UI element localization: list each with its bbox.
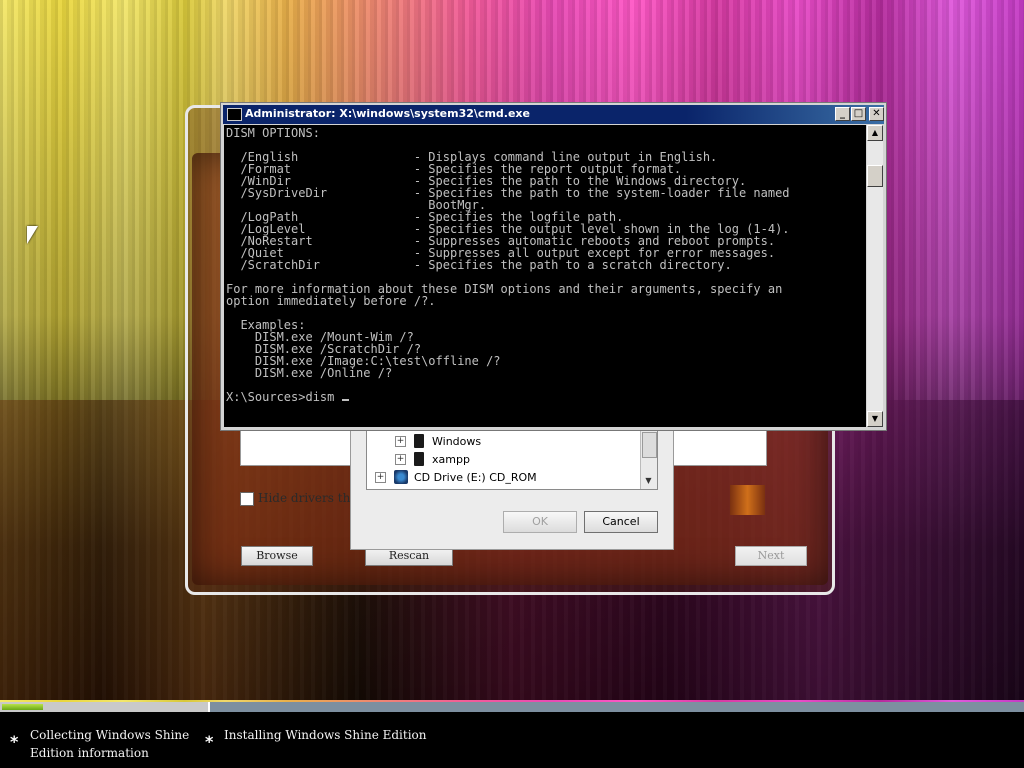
scroll-up-icon[interactable]: ▲ [867, 125, 883, 141]
scroll-thumb[interactable] [867, 165, 883, 187]
tree-item-cd-drive[interactable]: + CD Drive (E:) CD_ROM [375, 468, 537, 486]
step-bullet-icon: * [205, 732, 214, 751]
folder-icon [414, 434, 424, 448]
scroll-thumb[interactable] [642, 432, 657, 458]
tree-item-label: xampp [432, 452, 470, 466]
console-icon [227, 108, 242, 121]
progress-fill [2, 704, 43, 710]
cancel-button[interactable]: Cancel [584, 511, 658, 533]
mouse-cursor-icon [27, 226, 38, 244]
tree-item-label: CD Drive (E:) CD_ROM [414, 470, 537, 484]
step-installing: Installing Windows Shine Edition [224, 726, 427, 744]
scroll-down-icon[interactable]: ▼ [642, 474, 655, 488]
step-label: Collecting Windows Shine [30, 728, 190, 742]
ok-button[interactable]: OK [503, 511, 577, 533]
next-button[interactable]: Next [735, 546, 807, 566]
command-prompt: X:\Sources>dism [226, 390, 342, 404]
close-button[interactable]: ✕ [869, 107, 884, 121]
browse-folder-dialog: + Windows + xampp + CD Drive (E:) CD_ROM… [350, 415, 674, 550]
step-label: Edition information [30, 746, 149, 760]
hide-drivers-checkbox[interactable] [240, 492, 254, 506]
step-label: Installing Windows Shine Edition [224, 728, 427, 742]
scroll-down-icon[interactable]: ▼ [867, 411, 883, 427]
tree-item-label: Windows [432, 434, 482, 448]
progress-divider [208, 702, 210, 712]
expand-icon[interactable]: + [395, 453, 406, 465]
console-text: DISM OPTIONS: /English - Displays comman… [226, 126, 790, 380]
cmd-window: Administrator: X:\windows\system32\cmd.e… [220, 102, 887, 431]
hide-drivers-label: Hide drivers that [258, 491, 363, 505]
folder-icon [414, 452, 424, 466]
text-cursor [341, 399, 349, 401]
step-bullet-icon: * [10, 732, 19, 751]
step-collecting: Collecting Windows Shine Edition informa… [30, 726, 189, 762]
expand-icon[interactable]: + [395, 435, 406, 447]
minimize-button[interactable]: _ [835, 107, 850, 121]
decorative-image [730, 485, 765, 515]
console-output[interactable]: DISM OPTIONS: /English - Displays comman… [224, 125, 866, 427]
maximize-button[interactable]: □ [851, 107, 866, 121]
tree-item-xampp[interactable]: + xampp [395, 450, 470, 468]
browse-button[interactable]: Browse [241, 546, 313, 566]
cd-drive-icon [394, 470, 408, 484]
tree-item-windows[interactable]: + Windows [395, 432, 481, 450]
console-scrollbar[interactable]: ▲ ▼ [867, 125, 883, 427]
expand-icon[interactable]: + [375, 471, 386, 483]
window-title: Administrator: X:\windows\system32\cmd.e… [245, 107, 530, 120]
cmd-titlebar[interactable]: Administrator: X:\windows\system32\cmd.e… [223, 105, 884, 124]
